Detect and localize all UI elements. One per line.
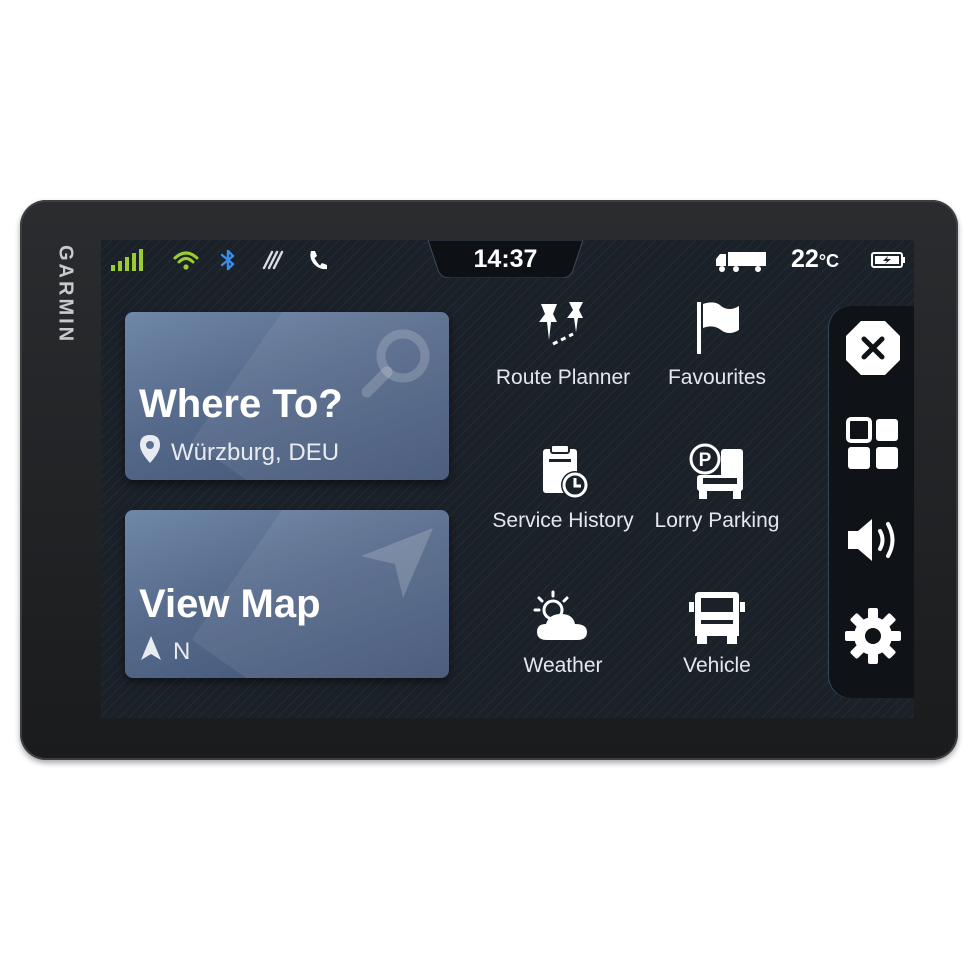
phone-icon — [307, 248, 329, 277]
vehicle-button[interactable]: Vehicle — [637, 588, 797, 698]
where-to-location: Würzburg, DEU — [139, 434, 339, 471]
close-button[interactable] — [839, 314, 907, 382]
temperature-unit: °C — [818, 251, 840, 271]
view-map-title: View Map — [139, 582, 321, 626]
favourites-button[interactable]: Favourites — [637, 300, 797, 410]
temperature-value: 22 — [791, 245, 819, 273]
weather-button[interactable]: Weather — [483, 588, 643, 698]
north-arrow-icon — [139, 634, 163, 669]
service-history-label: Service History — [492, 509, 634, 532]
favourites-label: Favourites — [667, 366, 767, 389]
status-bar: 14:37 22°C — [101, 240, 914, 280]
screen: 14:37 22°C Where To? Würzburg, DEU View … — [101, 240, 914, 718]
lorry-parking-icon: P — [689, 443, 743, 499]
search-icon — [357, 324, 437, 409]
weather-label: Weather — [523, 654, 603, 677]
drive-app-icon — [261, 248, 287, 277]
temperature-readout: 22°C — [791, 245, 839, 274]
route-planner-label: Route Planner — [495, 366, 631, 389]
vehicle-icon — [689, 592, 745, 644]
lorry-parking-button[interactable]: P Lorry Parking — [637, 443, 797, 553]
brand-logo: GARMIN — [54, 245, 77, 345]
settings-button[interactable] — [839, 602, 907, 670]
where-to-title: Where To? — [139, 382, 343, 426]
route-planner-icon — [539, 302, 583, 346]
flag-icon — [697, 302, 739, 354]
wifi-icon — [173, 248, 199, 277]
view-map-subtitle: N — [173, 637, 191, 665]
bluetooth-icon — [219, 248, 237, 277]
view-map-heading: N — [139, 634, 190, 669]
close-icon — [846, 321, 900, 375]
navigation-arrow-icon — [357, 524, 437, 609]
settings-icon — [845, 608, 901, 664]
where-to-subtitle: Würzburg, DEU — [171, 438, 340, 466]
svg-text:P: P — [699, 450, 712, 471]
route-planner-button[interactable]: Route Planner — [483, 300, 643, 410]
quick-actions-panel — [829, 306, 914, 698]
clock-time: 14:37 — [473, 245, 538, 273]
volume-button[interactable] — [839, 506, 907, 574]
location-pin-icon — [139, 434, 161, 471]
service-history-button[interactable]: Service History — [483, 443, 643, 553]
battery-icon — [871, 250, 907, 275]
service-history-icon — [543, 444, 589, 499]
signal-bars-icon — [109, 248, 147, 277]
lorry-parking-label: Lorry Parking — [654, 509, 780, 532]
apps-button[interactable] — [839, 410, 907, 478]
where-to-button[interactable]: Where To? Würzburg, DEU — [125, 312, 449, 480]
view-map-button[interactable]: View Map N — [125, 510, 449, 678]
clock-tab: 14:37 — [428, 240, 583, 278]
vehicle-label: Vehicle — [683, 654, 751, 677]
volume-icon — [848, 519, 895, 561]
apps-grid-icon — [846, 417, 898, 469]
weather-icon — [533, 590, 587, 640]
truck-icon — [714, 249, 768, 278]
